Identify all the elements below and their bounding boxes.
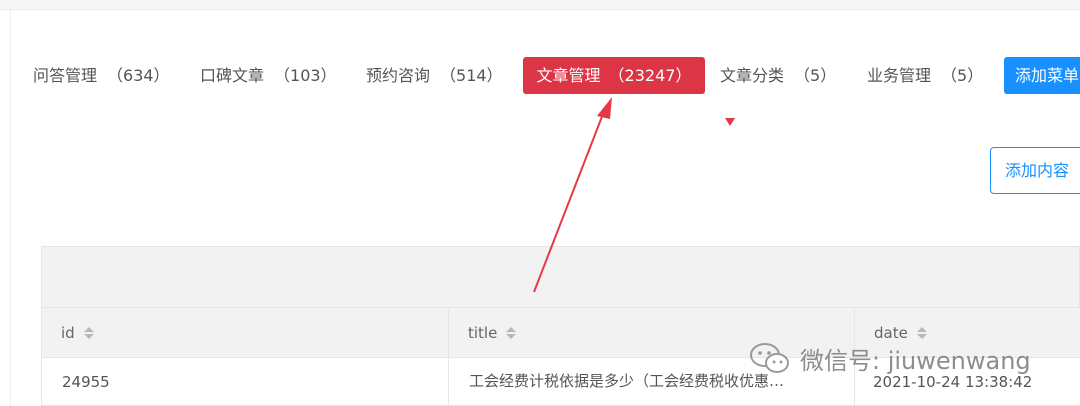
add-menu-button[interactable]: 添加菜单 [1004, 57, 1080, 94]
cell-id: 24955 [42, 358, 449, 405]
sort-icon[interactable] [83, 326, 94, 339]
tab-article-categories[interactable]: 文章分类 （5） [720, 57, 836, 94]
tab-label: 口碑文章 [200, 66, 265, 85]
tab-count: （23247） [608, 66, 692, 85]
tab-label: 业务管理 [867, 66, 932, 85]
column-header-id[interactable]: id [42, 308, 449, 357]
add-content-button[interactable]: 添加内容 [990, 147, 1080, 194]
tab-count: （5） [941, 66, 984, 85]
column-label: title [468, 323, 498, 342]
sort-icon[interactable] [916, 326, 927, 339]
tab-appointments[interactable]: 预约咨询 （514） [366, 57, 503, 94]
tab-business-management[interactable]: 业务管理 （5） [867, 57, 983, 94]
top-bar [0, 0, 1080, 10]
tab-label: 问答管理 [33, 66, 98, 85]
tab-label: 添加菜单 [1015, 66, 1080, 85]
tab-label: 文章管理 [536, 66, 601, 85]
wechat-icon [750, 343, 789, 373]
watermark: 微信号: jiuwenwang [748, 338, 1031, 378]
sort-icon[interactable] [506, 326, 517, 339]
tab-article-management[interactable]: 文章管理 （23247） [523, 57, 705, 94]
tab-label: 预约咨询 [366, 66, 431, 85]
column-label: id [61, 323, 75, 342]
tab-qa-management[interactable]: 问答管理 （634） [33, 57, 170, 94]
tab-reputation-articles[interactable]: 口碑文章 （103） [200, 57, 337, 94]
tab-count: （634） [107, 66, 170, 85]
tab-count: （103） [274, 66, 337, 85]
red-marker-icon [725, 118, 735, 126]
tab-count: （514） [440, 66, 503, 85]
table-toolbar [41, 246, 1080, 308]
watermark-text: 微信号: jiuwenwang [800, 346, 1031, 375]
article-table: id title date 24955 工会经费计税依据是多少（工会经费税收优惠… [41, 246, 1080, 406]
tab-label: 文章分类 [720, 66, 785, 85]
tab-count: （5） [794, 66, 837, 85]
module-tabs: 问答管理 （634） 口碑文章 （103） 预约咨询 （514） 文章管理 （23247… [0, 57, 1080, 95]
